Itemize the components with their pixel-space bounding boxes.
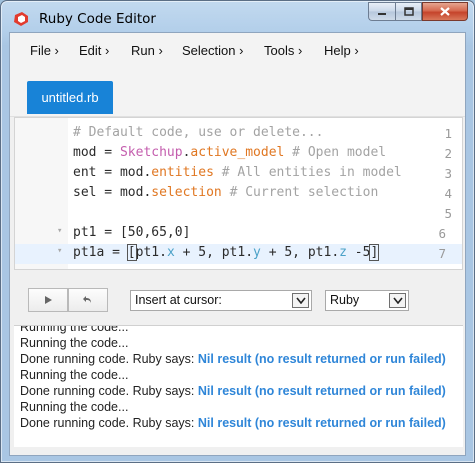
chevron-down-icon (292, 293, 309, 308)
result-text: Nil result (no result returned or run fa… (197, 416, 446, 430)
code-text: # Default code, use or delete... (73, 125, 324, 140)
menu-bar: File › Edit › Run › Selection › Tools › … (10, 33, 465, 69)
sketchup-icon (14, 12, 28, 26)
language-select-value: Ruby (330, 293, 360, 307)
window-title: Ruby Code Editor (39, 11, 156, 27)
insert-select-value: Insert at cursor: (135, 293, 222, 307)
maximize-button[interactable] (395, 2, 422, 21)
code-line: 3 ent = mod.entities # All entities in m… (15, 164, 462, 184)
insert-at-cursor-select[interactable]: Insert at cursor: (130, 290, 312, 311)
line-number: 1 (444, 126, 452, 141)
menu-file[interactable]: File › (30, 43, 59, 58)
line-number: 4 (444, 186, 452, 201)
undo-button[interactable] (68, 288, 108, 312)
code-line: 6 ▾ pt1 = [50,65,0] (15, 224, 462, 244)
tab-bar: untitled.rb (10, 69, 465, 117)
run-controls-bar: Insert at cursor: Ruby (10, 271, 465, 325)
chevron-down-icon (389, 293, 406, 308)
output-line: Done running code. Ruby says: Nil result… (20, 416, 446, 430)
output-line: Running the code... (20, 400, 129, 414)
line-number: 3 (444, 166, 452, 181)
editor-client-area: File › Edit › Run › Selection › Tools › … (9, 32, 466, 456)
minimize-button[interactable] (368, 2, 395, 21)
code-line: 1 # Default code, use or delete... (15, 124, 462, 144)
output-line: Done running code. Ruby says: Nil result… (20, 352, 446, 366)
code-text: ent = mod.entities # All entities in mod… (73, 165, 402, 180)
minimize-icon (378, 12, 386, 15)
line-number: 6 (438, 226, 446, 241)
code-line: 2 mod = Sketchup.active_model # Open mod… (15, 144, 462, 164)
line-number: 7 (438, 246, 446, 261)
output-console[interactable]: Running the code... Running the code... … (14, 325, 463, 447)
fold-arrow-icon[interactable]: ▾ (57, 226, 62, 236)
code-editor[interactable]: 1 # Default code, use or delete... 2 mod… (14, 117, 463, 270)
result-text: Nil result (no result returned or run fa… (197, 352, 446, 366)
tab-untitled-rb[interactable]: untitled.rb (27, 81, 113, 114)
code-line: 4 sel = mod.selection # Current selectio… (15, 184, 462, 204)
menu-selection[interactable]: Selection › (182, 43, 243, 58)
output-line: Running the code... (20, 336, 129, 350)
output-line: Done running code. Ruby says: Nil result… (20, 384, 446, 398)
menu-help[interactable]: Help › (324, 43, 359, 58)
app-window: Ruby Code Editor File › Edit › Run › Sel… (0, 0, 475, 463)
code-text: pt1a = [pt1.x + 5, pt1.y + 5, pt1.z -5] (73, 244, 380, 261)
maximize-icon (403, 7, 414, 16)
undo-icon (83, 296, 91, 303)
run-button[interactable] (28, 288, 68, 312)
code-line-active: 7 ▾ pt1a = [pt1.x + 5, pt1.y + 5, pt1.z … (15, 244, 462, 264)
output-line: Running the code... (20, 325, 129, 334)
close-icon (440, 7, 450, 16)
menu-run[interactable]: Run › (131, 43, 163, 58)
code-text: pt1 = [50,65,0] (73, 225, 191, 240)
code-text: mod = Sketchup.active_model # Open model (73, 145, 387, 160)
close-button[interactable] (422, 2, 468, 21)
code-line: 5 (15, 204, 462, 224)
menu-edit[interactable]: Edit › (79, 43, 109, 58)
result-text: Nil result (no result returned or run fa… (197, 384, 446, 398)
code-text: sel = mod.selection # Current selection (73, 185, 379, 200)
language-select[interactable]: Ruby (325, 290, 409, 311)
output-line: Running the code... (20, 368, 129, 382)
play-icon (45, 296, 52, 304)
menu-tools[interactable]: Tools › (264, 43, 302, 58)
line-number: 5 (444, 206, 452, 221)
fold-arrow-icon[interactable]: ▾ (57, 246, 62, 256)
line-number: 2 (444, 146, 452, 161)
